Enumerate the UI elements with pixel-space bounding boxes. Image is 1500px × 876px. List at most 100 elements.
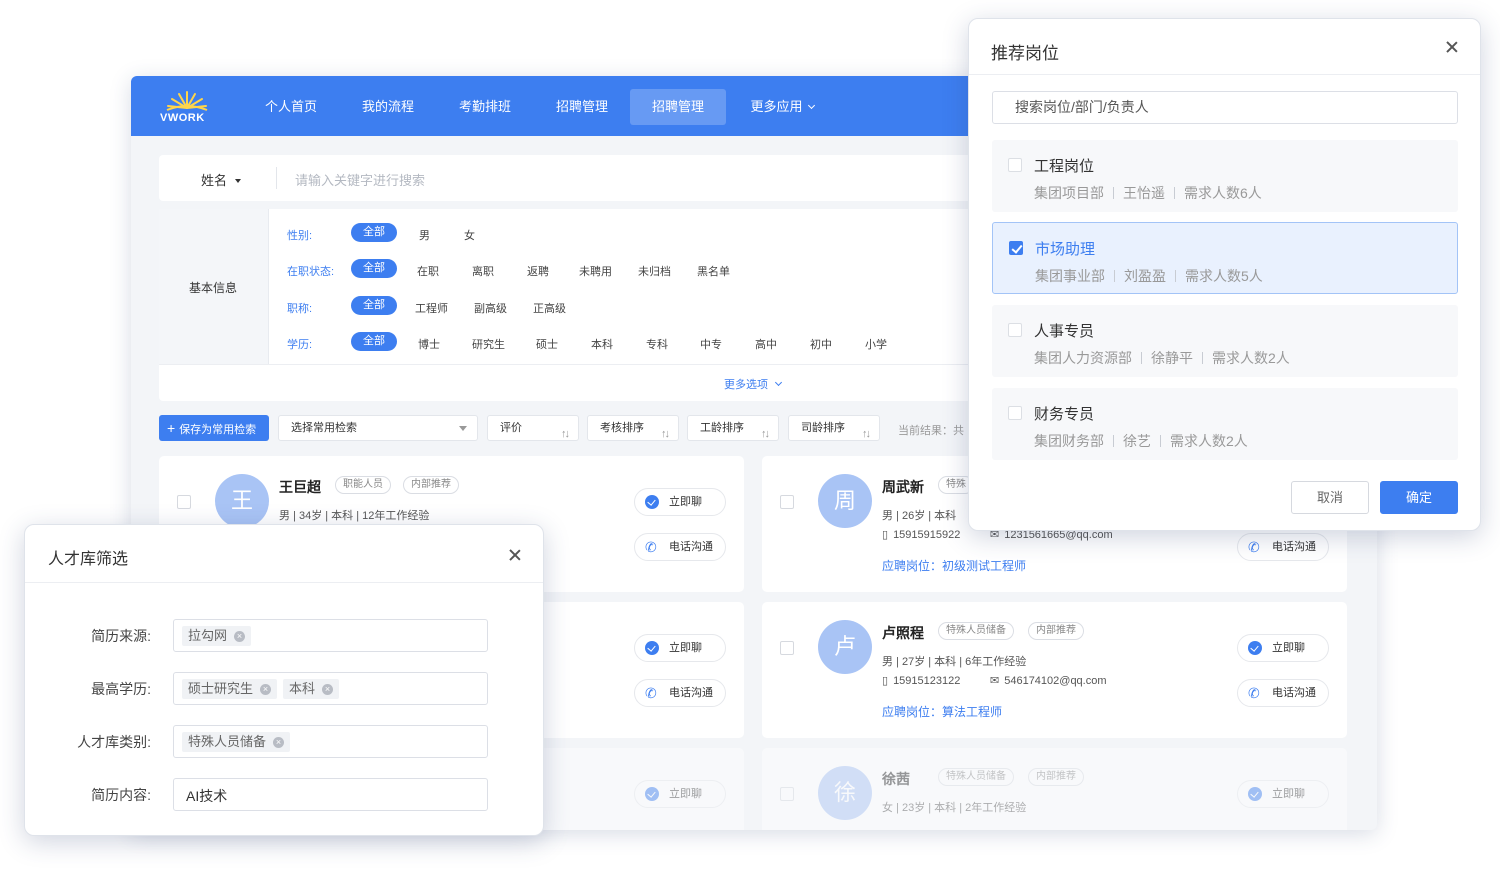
position-checkbox[interactable] [1008,323,1022,337]
candidate-tag: 特殊人员储备 [938,622,1014,640]
candidate-name[interactable]: 卢照程 [882,623,924,643]
sort-icon: ↑↓ [761,428,770,440]
call-label: 电话沟通 [1272,687,1316,699]
cancel-button[interactable]: 取消 [1291,481,1369,514]
mobile-icon: ▯ [882,529,889,541]
filter-option[interactable]: 专科 [646,336,668,352]
filter-option[interactable]: 黑名单 [697,263,730,279]
card-checkbox[interactable] [177,495,191,509]
card-checkbox[interactable] [780,787,794,801]
education-field[interactable]: 硕士研究生 × 本科 × [173,672,488,705]
position-item-selected[interactable]: 市场助理 集团事业部 刘盈盈 需求人数5人 [992,222,1458,294]
candidate-card[interactable]: 卢 卢照程 特殊人员储备 内部推荐 男 | 27岁 | 本科 | 6年工作经验 … [762,602,1347,738]
nav-recruit[interactable]: 招聘管理 [534,89,630,125]
tag-chip: 特殊人员储备 × [182,732,291,752]
position-need: 需求人数6人 [1184,185,1262,201]
filter-option-all[interactable]: 全部 [351,296,397,315]
sort-company-age[interactable]: 司龄排序 ↑↓ [788,415,880,441]
filter-option[interactable]: 工程师 [415,300,448,316]
filter-option[interactable]: 初中 [810,336,832,352]
call-button[interactable]: ✆ 电话沟通 [634,533,726,561]
phone-icon: ✆ [645,539,657,555]
talent-category-field[interactable]: 特殊人员储备 × [173,725,488,758]
chat-icon [645,495,659,509]
mail-icon: ✉ [990,675,1000,687]
position-search-input[interactable]: 搜索岗位/部门/负责人 [992,91,1458,124]
card-checkbox[interactable] [780,641,794,655]
chat-button[interactable]: 立即聊 [634,634,726,662]
filter-option[interactable]: 中专 [700,336,722,352]
candidate-card[interactable]: 徐 徐茜 特殊人员储备 内部推荐 女 | 23岁 | 本科 | 2年工作经验 立… [762,748,1347,830]
position-checkbox[interactable] [1008,406,1022,420]
filter-option[interactable]: 在职 [417,263,439,279]
filter-option[interactable]: 小学 [865,336,887,352]
candidate-name[interactable]: 徐茜 [882,769,910,789]
common-search-select[interactable]: 选择常用检索 [278,415,478,441]
chat-button[interactable]: 立即聊 [634,488,726,516]
nav-flow[interactable]: 我的流程 [340,89,436,125]
call-button[interactable]: ✆ 电话沟通 [634,679,726,707]
position-item[interactable]: 工程岗位 集团项目部 王怡遥 需求人数6人 [992,140,1458,212]
position-checkbox-checked[interactable] [1009,241,1023,255]
filter-option-all[interactable]: 全部 [351,259,397,278]
chat-icon [1248,787,1262,801]
sort-rating[interactable]: 评价 ↑↓ [487,415,579,441]
candidate-tag: 职能人员 [335,476,391,494]
search-field-select[interactable]: 姓名 [201,170,242,189]
remove-icon[interactable]: × [322,684,334,695]
filter-option[interactable]: 正高级 [533,300,566,316]
position-item[interactable]: 财务专员 集团财务部 徐艺 需求人数2人 [992,388,1458,460]
more-options-button[interactable]: 更多选项 [724,376,783,392]
field-label: 简历来源: [91,628,151,644]
nav-home[interactable]: 个人首页 [243,89,339,125]
filter-option[interactable]: 硕士 [536,336,558,352]
candidate-name[interactable]: 王巨超 [279,477,321,497]
filter-option[interactable]: 高中 [755,336,777,352]
position-owner: 徐艺 [1123,433,1151,449]
candidate-name[interactable]: 周武新 [882,477,924,497]
candidate-tag: 特殊人员储备 [938,768,1014,786]
close-icon[interactable] [508,548,522,562]
close-icon[interactable] [1445,40,1459,54]
chat-button[interactable]: 立即聊 [1237,634,1329,662]
call-label: 电话沟通 [669,687,713,699]
filter-option-all[interactable]: 全部 [351,223,397,242]
avatar: 王 [215,474,269,528]
sort-seniority[interactable]: 工龄排序 ↑↓ [687,415,779,441]
chip-label: 拉勾网 [188,628,228,643]
filter-option-all[interactable]: 全部 [351,332,397,351]
sort-icon: ↑↓ [862,428,871,440]
nav-more[interactable]: 更多应用 [734,89,830,125]
filter-option[interactable]: 博士 [418,336,440,352]
call-button[interactable]: ✆ 电话沟通 [1237,679,1329,707]
nav-attendance[interactable]: 考勤排班 [437,89,533,125]
filter-option[interactable]: 研究生 [472,336,505,352]
remove-icon[interactable]: × [260,684,272,695]
filter-option[interactable]: 返聘 [527,263,549,279]
filter-option[interactable]: 未聘用 [579,263,612,279]
filter-option[interactable]: 女 [464,227,475,243]
call-button[interactable]: ✆ 电话沟通 [1237,533,1329,561]
card-checkbox[interactable] [780,495,794,509]
chat-button[interactable]: 立即聊 [1237,780,1329,808]
remove-icon[interactable]: × [273,737,285,748]
filter-option[interactable]: 副高级 [474,300,507,316]
filter-option[interactable]: 离职 [472,263,494,279]
sort-assessment[interactable]: 考核排序 ↑↓ [587,415,679,441]
confirm-button[interactable]: 确定 [1380,481,1458,514]
position-checkbox[interactable] [1008,158,1022,172]
remove-icon[interactable]: × [234,631,246,642]
save-search-button[interactable]: + 保存为常用检索 [159,415,269,441]
resume-content-input[interactable]: AI技术 [173,778,488,811]
filter-option[interactable]: 本科 [591,336,613,352]
nav-recruit-active[interactable]: 招聘管理 [630,89,726,125]
filter-option[interactable]: 未归档 [638,263,671,279]
filter-option[interactable]: 男 [419,227,430,243]
candidate-position[interactable]: 应聘岗位：初级测试工程师 [882,557,1026,574]
position-item[interactable]: 人事专员 集团人力资源部 徐静平 需求人数2人 [992,305,1458,377]
resume-source-field[interactable]: 拉勾网 × [173,619,488,652]
sort-label: 工龄排序 [700,422,744,434]
chat-button[interactable]: 立即聊 [634,780,726,808]
candidate-position[interactable]: 应聘岗位：算法工程师 [882,703,1002,720]
search-input[interactable]: 请输入关键字进行搜索 [295,170,425,189]
